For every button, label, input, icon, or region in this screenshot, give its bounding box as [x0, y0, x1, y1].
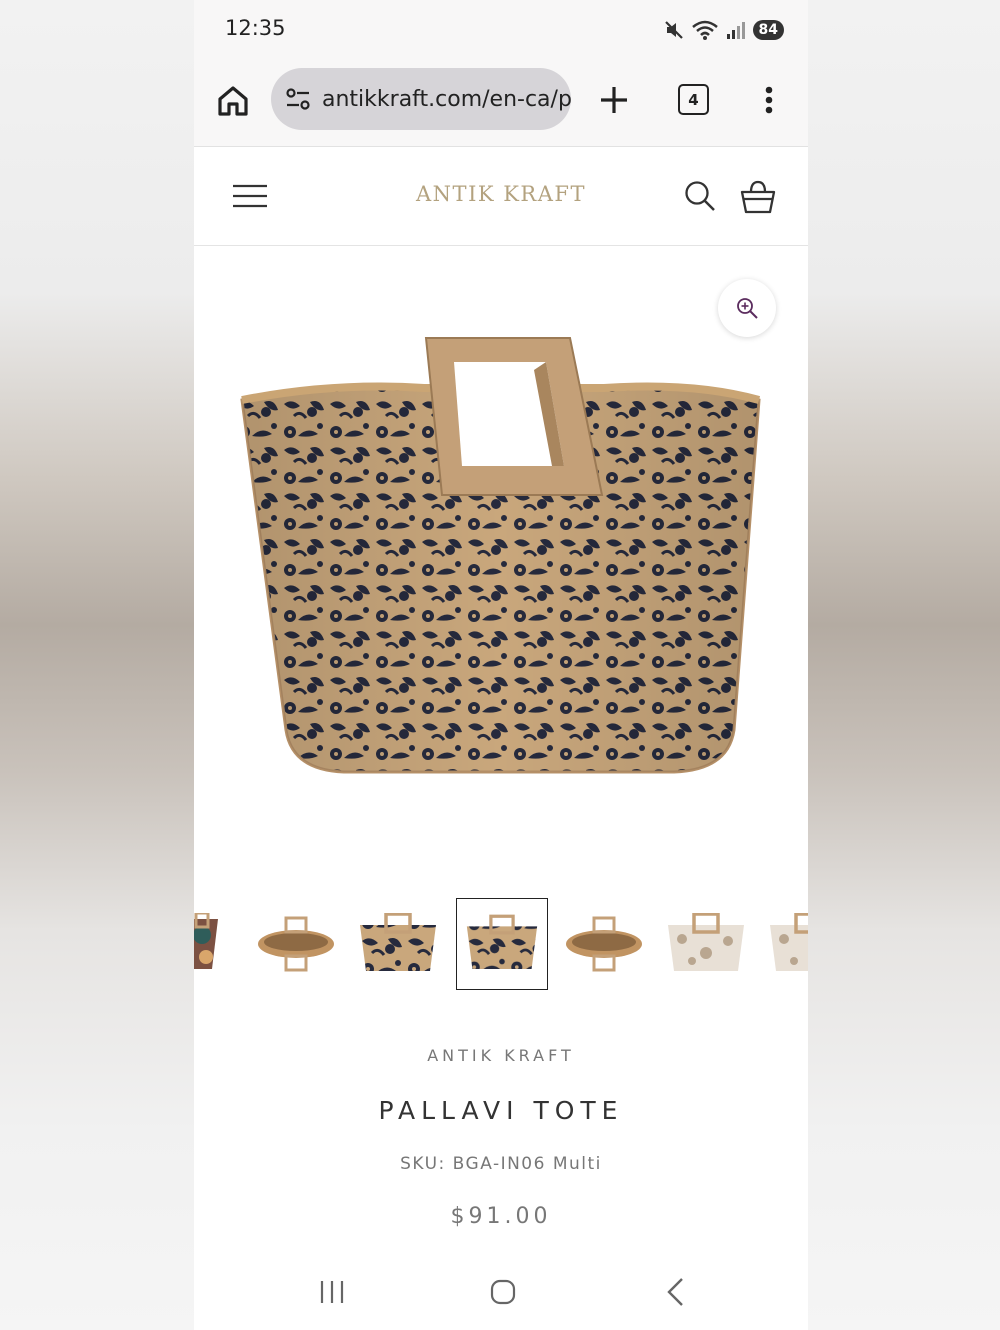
signal-icon [726, 22, 745, 39]
product-price: $91.00 [450, 1204, 552, 1229]
thumbnail-2[interactable] [250, 898, 342, 990]
status-time: 12:35 [225, 16, 286, 40]
basket-icon[interactable] [739, 179, 777, 215]
back-icon[interactable] [664, 1276, 686, 1308]
battery-level: 84 [758, 22, 778, 38]
browser-toolbar: antikkraft.com/en-ca/p 4 [194, 60, 808, 147]
zoom-in-icon [737, 298, 758, 319]
status-icons: 84 [663, 16, 784, 44]
thumbnail-7[interactable] [762, 898, 808, 990]
product-title: PALLAVI TOTE [378, 1096, 624, 1125]
url-text: antikkraft.com/en-ca/p [322, 86, 571, 112]
phone-screen: 12:35 84 antikkraft.com/en-ca/p 4 ANTIK … [194, 0, 808, 1330]
thumbnail-1[interactable] [194, 898, 226, 990]
product-sku: SKU: BGA-IN06 Multi [400, 1154, 602, 1174]
blurred-background-right [808, 0, 1000, 1330]
system-nav-bar [194, 1258, 808, 1330]
recent-apps-icon[interactable] [318, 1278, 346, 1306]
thumbnail-5[interactable] [558, 898, 650, 990]
search-icon[interactable] [683, 179, 717, 213]
blurred-background-left [0, 0, 194, 1330]
thumbnail-4-selected[interactable] [456, 898, 548, 990]
product-brand[interactable]: ANTIK KRAFT [194, 1046, 808, 1065]
site-header: ANTIK KRAFT [194, 147, 808, 246]
mute-icon [664, 21, 683, 39]
new-tab-icon[interactable] [596, 82, 632, 118]
battery-icon: 84 [752, 20, 784, 40]
home-icon[interactable] [214, 82, 252, 120]
thumbnail-3[interactable] [352, 898, 444, 990]
zoom-button[interactable] [718, 279, 776, 337]
product-image[interactable] [234, 330, 774, 780]
home-circle-icon[interactable] [489, 1278, 517, 1306]
wifi-icon [691, 20, 718, 40]
tab-count: 4 [688, 90, 699, 109]
tab-switcher-button[interactable]: 4 [678, 84, 709, 115]
more-vert-icon[interactable] [759, 84, 779, 120]
site-settings-icon[interactable] [284, 85, 312, 113]
thumbnail-6[interactable] [660, 898, 752, 990]
address-bar[interactable]: antikkraft.com/en-ca/p [271, 68, 571, 130]
status-bar: 12:35 84 [194, 0, 808, 60]
thumbnail-strip [194, 898, 808, 992]
